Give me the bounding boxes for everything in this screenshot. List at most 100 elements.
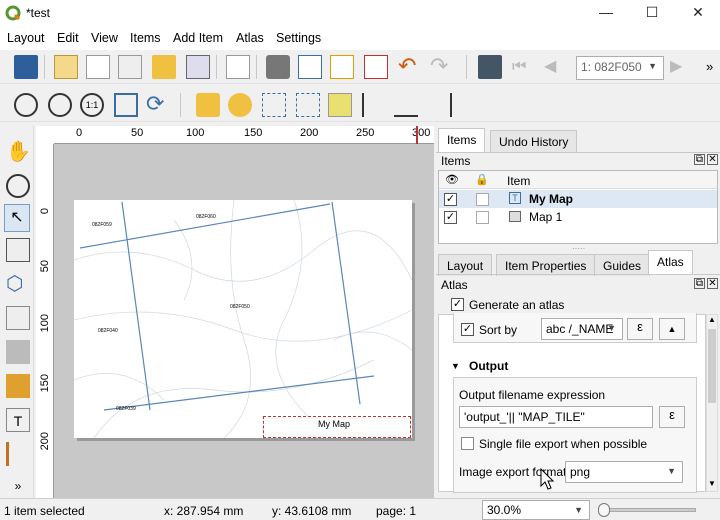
generate-atlas-checkbox[interactable]: ✓ (451, 298, 464, 311)
align-left-icon[interactable] (362, 93, 386, 117)
output-expression-input[interactable]: 'output_'|| "MAP_TILE" (459, 406, 653, 428)
menu-edit[interactable]: Edit (57, 31, 79, 45)
menu-settings[interactable]: Settings (276, 31, 321, 45)
single-file-checkbox[interactable] (461, 437, 474, 450)
close-icon[interactable]: ✕ (707, 154, 718, 165)
next-feature-icon[interactable]: ▶ (670, 55, 694, 79)
distribute-icon[interactable] (394, 93, 418, 117)
sort-field-select[interactable]: abc /_NAME (541, 318, 623, 340)
zoom-select[interactable]: 30.0% (482, 500, 590, 520)
items-list: 👁 🔒 Item ✓ T My Map ✓ Map 1 (438, 170, 718, 244)
refresh-icon[interactable]: ⟳ (146, 93, 170, 117)
add-map-icon[interactable] (6, 306, 30, 330)
zoom-tool-icon[interactable] (6, 174, 30, 198)
select-tool-icon[interactable]: ↖ (4, 204, 30, 232)
export-svg-icon[interactable] (330, 55, 354, 79)
unlock-items-icon[interactable] (228, 93, 252, 117)
tab-undo-history[interactable]: Undo History (490, 130, 578, 152)
atlas-page-select[interactable]: 1: 082F050 (576, 56, 664, 80)
lock-items-icon[interactable] (196, 93, 220, 117)
map-item[interactable]: 082F059 082F060 082F040 082F050 082F039 (73, 199, 413, 439)
eye-icon: 👁 (445, 174, 459, 186)
toolbar-navigation: 1:1 ⟳ (0, 88, 720, 122)
window-title: *test (26, 6, 51, 20)
item-name: My Map (529, 192, 574, 206)
zoom-slider-handle[interactable] (598, 503, 610, 517)
maximize-button[interactable]: ☐ (642, 4, 662, 21)
scrollbar-thumb[interactable] (708, 329, 716, 403)
open-folder-icon[interactable] (152, 55, 176, 79)
atlas-preview-icon[interactable] (478, 55, 502, 79)
add-picture-icon[interactable] (6, 374, 30, 398)
more-tools-icon[interactable]: » (6, 474, 30, 498)
selection-status: 1 item selected (4, 504, 85, 518)
cursor-y-readout: y: 43.6108 mm (272, 504, 352, 518)
tab-items[interactable]: Items (438, 128, 486, 152)
layout-page[interactable]: 082F059 082F060 082F040 082F050 082F039 … (73, 199, 413, 439)
splitter-handle[interactable]: ····· (572, 244, 585, 253)
group-items-icon[interactable] (262, 93, 286, 117)
sort-expression-button[interactable]: ε (627, 318, 653, 340)
add-3d-map-icon[interactable] (6, 340, 30, 364)
ruler-corner (36, 126, 54, 144)
duplicate-layout-icon[interactable] (86, 55, 110, 79)
right-panel: Items Undo History Items ⧉ ✕ 👁 🔒 Item ✓ … (436, 126, 720, 498)
export-image-icon[interactable] (298, 55, 322, 79)
zoom-full-icon[interactable] (114, 93, 138, 117)
zoom-out-icon[interactable] (48, 93, 72, 117)
map-title-label[interactable]: My Map (263, 416, 411, 438)
sort-by-checkbox[interactable]: ✓ (461, 323, 474, 336)
first-feature-icon[interactable]: ⏮ (512, 55, 536, 79)
close-icon[interactable]: ✕ (707, 278, 718, 289)
raise-items-icon[interactable] (328, 93, 352, 117)
minimize-button[interactable]: — (596, 4, 616, 20)
zoom-actual-icon[interactable]: 1:1 (80, 93, 104, 117)
undo-icon[interactable]: ↶ (398, 55, 422, 79)
tab-item-properties[interactable]: Item Properties (496, 254, 596, 276)
float-icon[interactable]: ⧉ (694, 278, 705, 289)
resize-icon[interactable] (428, 93, 452, 117)
menu-view[interactable]: View (91, 31, 118, 45)
panel-scrollbar[interactable]: ▲ ▼ (706, 314, 718, 492)
image-format-select[interactable]: png (565, 461, 683, 483)
float-icon[interactable]: ⧉ (694, 154, 705, 165)
save-template-icon[interactable] (186, 55, 210, 79)
zoom-slider[interactable] (600, 508, 696, 512)
zoom-in-icon[interactable] (14, 93, 38, 117)
lock-icon: 🔒 (475, 174, 489, 186)
toolbar-overflow-button[interactable]: » (706, 59, 713, 74)
export-pdf-icon[interactable] (364, 55, 388, 79)
menu-atlas[interactable]: Atlas (236, 31, 264, 45)
add-label-icon[interactable]: T (6, 408, 30, 432)
visible-checkbox[interactable]: ✓ (444, 193, 457, 206)
menu-bar: Layout Edit View Items Add Item Atlas Se… (0, 26, 720, 50)
previous-feature-icon[interactable]: ◀ (544, 55, 568, 79)
add-legend-icon[interactable] (6, 442, 30, 466)
tab-guides[interactable]: Guides (594, 254, 651, 276)
new-page-icon[interactable] (226, 55, 250, 79)
toolbar-layout: ↶ ↷ ⏮ ◀ 1: 082F050 ▶ » (0, 50, 720, 84)
tab-layout[interactable]: Layout (438, 254, 493, 276)
menu-items[interactable]: Items (130, 31, 161, 45)
ungroup-items-icon[interactable] (296, 93, 320, 117)
visible-checkbox[interactable]: ✓ (444, 211, 457, 224)
print-icon[interactable] (266, 55, 290, 79)
pan-icon[interactable]: ✋ (6, 140, 31, 164)
collapse-icon[interactable]: ▼ (451, 361, 460, 371)
menu-add-item[interactable]: Add Item (173, 31, 223, 45)
save-icon[interactable] (14, 55, 38, 79)
lock-checkbox[interactable] (476, 193, 489, 206)
edit-nodes-icon[interactable]: ⬡ (6, 272, 30, 296)
label-item-icon: T (509, 192, 521, 204)
move-content-icon[interactable] (6, 238, 30, 262)
sort-ascending-button[interactable]: ▲ (659, 318, 685, 340)
tab-atlas[interactable]: Atlas (648, 250, 693, 274)
output-expression-button[interactable]: ε (659, 406, 685, 428)
new-layout-icon[interactable] (54, 55, 78, 79)
menu-layout[interactable]: Layout (7, 31, 45, 45)
layout-manager-icon[interactable] (118, 55, 142, 79)
close-button[interactable]: ✕ (688, 4, 708, 21)
title-bar: *test — ☐ ✕ (0, 0, 720, 26)
lock-checkbox[interactable] (476, 211, 489, 224)
redo-icon[interactable]: ↷ (430, 55, 454, 79)
